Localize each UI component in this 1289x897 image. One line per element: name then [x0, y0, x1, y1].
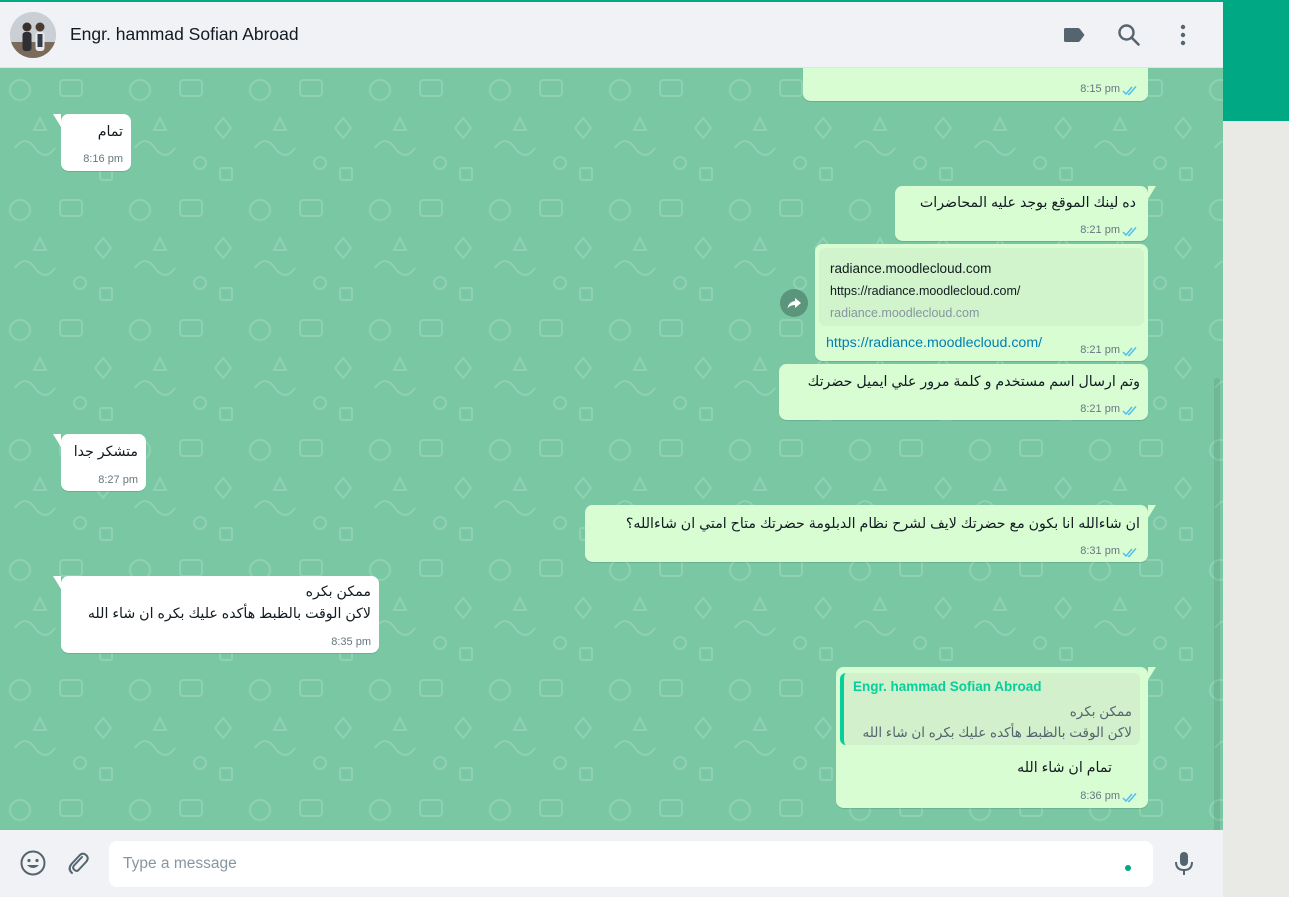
message-text: تمام ان شاء الله [1017, 760, 1112, 776]
bubble-tail [1148, 667, 1156, 680]
quoted-message[interactable]: Engr. hammad Sofian Abroad ممكن بكره لاك… [840, 673, 1140, 745]
emoji-icon[interactable] [19, 849, 47, 877]
quoted-text-line: لاكن الوقت بالظبط هأكده عليك بكره ان شاء… [862, 725, 1132, 740]
message-time: 8:27 pm [98, 474, 138, 486]
menu-icon[interactable] [1170, 22, 1196, 48]
search-icon[interactable] [1116, 22, 1142, 48]
read-ticks-icon [1122, 548, 1137, 558]
read-ticks-icon [1122, 86, 1137, 96]
compose-bar [0, 830, 1223, 897]
bubble-tail [53, 576, 61, 589]
message-text-line: لاكن الوقت بالظبط هأكده عليك بكره ان شاء… [87, 606, 371, 622]
message-bubble-outgoing-link[interactable]: radiance.moodlecloud.com https://radianc… [815, 244, 1148, 361]
message-time: 8:31 pm [1080, 545, 1120, 557]
message-input-box[interactable] [109, 841, 1153, 887]
link-preview-description: https://radiance.moodlecloud.com/ [830, 284, 1021, 298]
bubble-tail [53, 434, 61, 447]
message-time: 8:21 pm [1080, 403, 1120, 415]
microphone-icon[interactable] [1170, 849, 1198, 877]
message-time: 8:35 pm [331, 636, 371, 648]
link-preview-domain: radiance.moodlecloud.com [830, 306, 980, 320]
message-text: متشكر جدا [73, 444, 138, 460]
message-bubble-outgoing[interactable]: 8:15 pm [803, 68, 1148, 101]
message-bubble-incoming[interactable]: تمام 8:16 pm [53, 114, 131, 171]
bubble-tail [1148, 186, 1156, 199]
message-time: 8:16 pm [83, 153, 123, 165]
bubble-tail [53, 114, 61, 127]
message-time: 8:36 pm [1080, 790, 1120, 802]
attach-icon[interactable] [64, 849, 92, 877]
message-bubble-outgoing[interactable]: ان شاءالله انا بكون مع حضرتك لايف لشرح ن… [585, 505, 1156, 562]
contact-name[interactable]: Engr. hammad Sofian Abroad [70, 24, 299, 45]
read-ticks-icon [1122, 227, 1137, 237]
message-text: ان شاءالله انا بكون مع حضرتك لايف لشرح ن… [625, 516, 1140, 532]
read-ticks-icon [1122, 406, 1137, 416]
message-bubble-incoming[interactable]: متشكر جدا 8:27 pm [53, 434, 146, 491]
message-list[interactable]: 8:15 pm تمام 8:16 pm ده لينك الموقع بوجد… [0, 68, 1223, 830]
message-time: 8:21 pm [1080, 224, 1120, 236]
message-text: ده لينك الموقع بوجد عليه المحاضرات [919, 195, 1136, 211]
message-text-line: ممكن بكره [305, 584, 371, 600]
read-ticks-icon [1122, 793, 1137, 803]
forward-button[interactable] [780, 289, 808, 317]
quoted-text-line: ممكن بكره [1069, 704, 1132, 719]
message-text: وتم ارسال اسم مستخدم و كلمة مرور علي ايم… [807, 374, 1140, 390]
message-input[interactable] [123, 851, 1103, 877]
input-status-dot [1125, 865, 1131, 871]
message-bubble-outgoing-reply[interactable]: Engr. hammad Sofian Abroad ممكن بكره لاك… [836, 667, 1156, 808]
link-preview-card[interactable]: radiance.moodlecloud.com https://radianc… [819, 248, 1144, 326]
link-preview-title: radiance.moodlecloud.com [830, 261, 992, 276]
message-time: 8:15 pm [1080, 83, 1120, 95]
message-meta: 8:15 pm [1080, 83, 1120, 95]
chat-scrollbar[interactable] [1214, 378, 1220, 830]
message-link[interactable]: https://radiance.moodlecloud.com/ [826, 335, 1042, 351]
label-icon[interactable] [1061, 22, 1087, 48]
forward-icon [787, 298, 801, 309]
message-bubble-outgoing[interactable]: ده لينك الموقع بوجد عليه المحاضرات 8:21 … [895, 186, 1156, 241]
quoted-sender-name: Engr. hammad Sofian Abroad [853, 679, 1042, 694]
message-bubble-outgoing[interactable]: وتم ارسال اسم مستخدم و كلمة مرور علي ايم… [779, 364, 1148, 420]
conversation-header: Engr. hammad Sofian Abroad [0, 2, 1223, 68]
contact-avatar[interactable] [10, 12, 56, 58]
message-time: 8:21 pm [1080, 344, 1120, 356]
conversation-panel: Engr. hammad Sofian Abroad 8:15 pm تمام … [0, 2, 1223, 897]
message-text: تمام [97, 124, 123, 140]
read-ticks-icon [1122, 347, 1137, 357]
message-bubble-incoming[interactable]: ممكن بكره لاكن الوقت بالظبط هأكده عليك ب… [53, 576, 379, 653]
bubble-tail [1148, 505, 1156, 518]
